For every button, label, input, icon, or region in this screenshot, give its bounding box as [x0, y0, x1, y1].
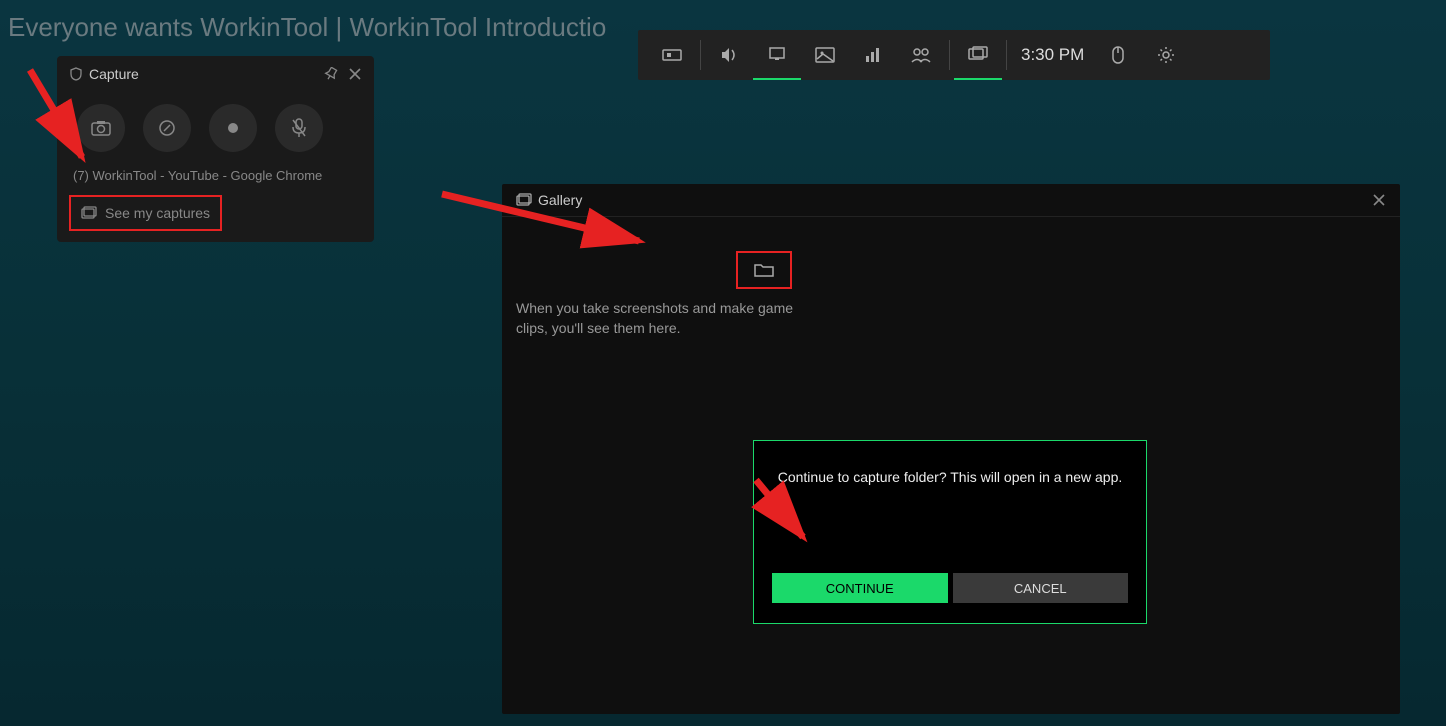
pin-icon[interactable] [324, 67, 338, 81]
gallery-icon [516, 193, 532, 207]
open-folder-button[interactable] [736, 251, 792, 289]
settings-gear-icon[interactable] [1142, 30, 1190, 80]
dialog-button-row: CONTINUE CANCEL [772, 573, 1128, 603]
performance-icon[interactable] [753, 30, 801, 80]
xbox-game-bar: 3:30 PM [638, 30, 1270, 80]
screenshot-button[interactable] [77, 104, 125, 152]
cancel-button[interactable]: CANCEL [953, 573, 1129, 603]
capture-button-row [57, 92, 374, 160]
continue-button[interactable]: CONTINUE [772, 573, 948, 603]
separator [949, 40, 950, 70]
xbox-icon[interactable] [648, 30, 696, 80]
capture-title: Capture [89, 66, 314, 82]
gallery-empty-message: When you take screenshots and make game … [516, 299, 796, 338]
capture-header: Capture [57, 56, 374, 92]
close-icon[interactable] [1372, 193, 1386, 207]
capture-source-text: (7) WorkinTool - YouTube - Google Chrome [57, 160, 374, 191]
folder-icon [754, 262, 774, 278]
see-my-captures-button[interactable]: See my captures [69, 195, 222, 231]
clock: 3:30 PM [1011, 45, 1094, 65]
xbox-social-icon[interactable] [897, 30, 945, 80]
gallery-body: When you take screenshots and make game … [502, 217, 1400, 356]
confirm-dialog: Continue to capture folder? This will op… [753, 440, 1147, 624]
resources-icon[interactable] [849, 30, 897, 80]
gallery-icon [81, 206, 97, 220]
separator [700, 40, 701, 70]
mouse-icon[interactable] [1094, 30, 1142, 80]
capture-widget-icon[interactable] [801, 30, 849, 80]
background-window-title: Everyone wants WorkinTool | WorkinTool I… [8, 12, 606, 43]
shield-icon [69, 67, 83, 81]
close-icon[interactable] [348, 67, 362, 81]
mic-toggle-button[interactable] [275, 104, 323, 152]
gallery-header: Gallery [502, 184, 1400, 217]
dialog-message: Continue to capture folder? This will op… [772, 469, 1128, 485]
capture-widget: Capture (7) WorkinTool - YouTube - Googl… [57, 56, 374, 242]
gallery-title: Gallery [538, 192, 1372, 208]
speaker-icon[interactable] [705, 30, 753, 80]
start-recording-button[interactable] [209, 104, 257, 152]
separator [1006, 40, 1007, 70]
record-last-button[interactable] [143, 104, 191, 152]
gallery-widget-icon[interactable] [954, 30, 1002, 80]
see-captures-label: See my captures [105, 205, 210, 221]
